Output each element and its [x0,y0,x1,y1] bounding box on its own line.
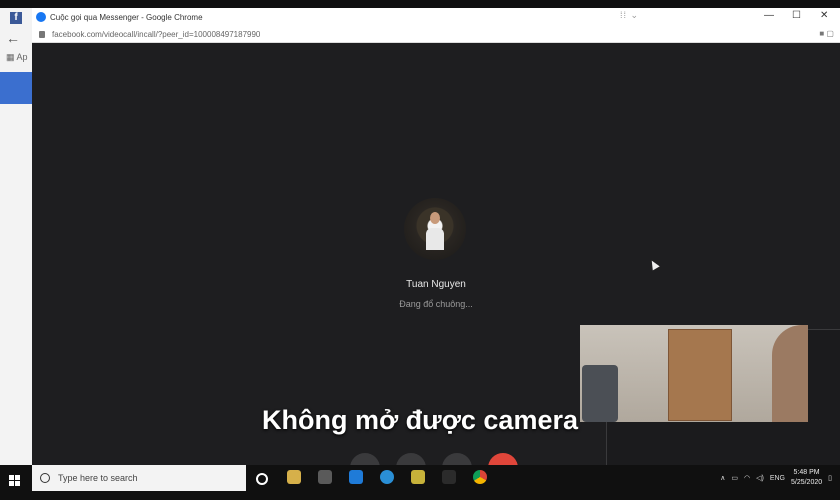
taskbar-search-box[interactable]: Type here to search [32,465,246,491]
clock-date: 5/25/2020 [790,479,823,486]
address-bar[interactable]: facebook.com/videocall/incall/?peer_id=1… [32,26,840,43]
clock-time: 5:48 PM [793,469,820,476]
store-icon[interactable] [318,470,332,484]
call-status: Đang đổ chuông... [399,299,473,309]
notification-icon[interactable]: ▯ [828,474,832,482]
close-button[interactable]: ✕ [820,10,828,21]
facebook-tab-icon[interactable]: f [10,12,22,24]
back-arrow-icon[interactable]: ← [6,30,20,46]
teamviewer-icon[interactable] [380,470,394,484]
windows-start-icon[interactable] [9,475,21,487]
caller-avatar [404,198,466,260]
minimize-button[interactable]: — [764,10,774,21]
windows-taskbar: Type here to search ∧ ▭ ◠ ◁) ENG 5:48 PM… [0,465,840,500]
avatar-shirt [426,228,444,250]
cortana-icon[interactable] [256,473,268,485]
camera-permission-icon[interactable]: ■ ▢ [819,29,834,38]
system-tray: ∧ ▭ ◠ ◁) ENG 5:48 PM 5/25/2020 ▯ [720,468,832,488]
apps-label: Ap [16,52,28,62]
chrome-icon[interactable] [473,470,487,484]
language-indicator[interactable]: ENG [770,475,785,482]
file-explorer-icon[interactable] [287,470,301,484]
media-app-icon[interactable] [442,470,456,484]
mouse-cursor-icon [648,258,660,271]
clock[interactable]: 5:48 PM 5/25/2020 [791,468,822,488]
maximize-button[interactable]: ☐ [792,10,801,21]
background-page-header [0,72,32,104]
search-placeholder: Type here to search [58,473,138,483]
messenger-icon [36,12,46,22]
lock-icon[interactable] [39,30,45,38]
window-title: Cuộc gọi qua Messenger - Google Chrome [50,12,203,22]
wifi-icon[interactable]: ◠ [744,474,750,482]
edge-icon[interactable] [349,470,363,484]
apps-bookmark[interactable]: ▦ Ap [6,52,28,63]
window-titlebar: Cuộc gọi qua Messenger - Google Chrome ⁞… [32,8,840,26]
video-caption: Không mở được camera [261,405,578,435]
volume-icon[interactable]: ◁) [756,474,764,482]
network-icon[interactable]: ▭ [731,474,738,482]
url-text: facebook.com/videocall/incall/?peer_id=1… [52,29,261,39]
background-browser-strip: f ← ▦ Ap [0,8,32,465]
caller-name: Tuan Nguyen [406,279,466,290]
screen-top-edge [0,0,840,8]
app-icon[interactable] [411,470,425,484]
tray-chevron-icon[interactable]: ∧ [720,474,725,482]
search-icon [40,473,50,483]
avatar-head [430,212,440,224]
tab-search-icon[interactable]: ⁞⁞ ⌄ [620,10,639,21]
